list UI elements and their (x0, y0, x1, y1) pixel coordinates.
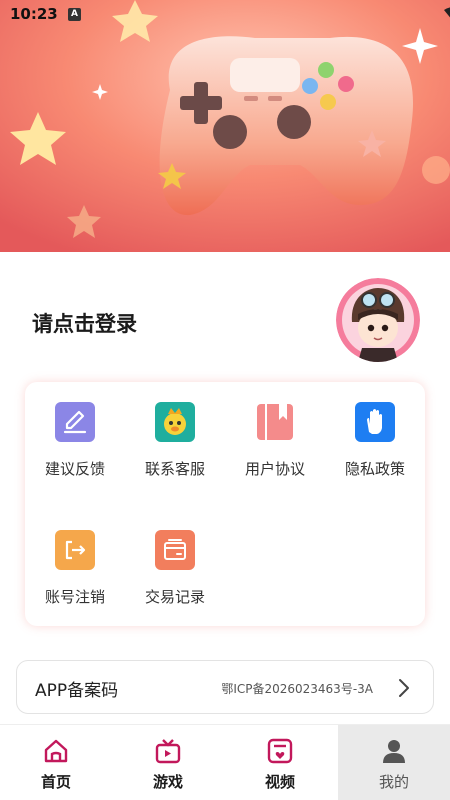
menu-item-transaction-record[interactable]: 交易记录 (125, 510, 225, 620)
avatar[interactable] (336, 278, 420, 362)
tab-label-videos: 视频 (264, 773, 295, 791)
tab-home[interactable]: 首页 (0, 725, 112, 800)
menu-label-privacy-policy: 隐私政策 (344, 460, 405, 478)
tab-label-games: 游戏 (152, 773, 183, 791)
login-prompt[interactable]: 请点击登录 (32, 308, 137, 338)
game-controller-illustration (0, 0, 450, 252)
privacy-hand-icon (355, 402, 395, 442)
tab-profile[interactable]: 我的 (338, 725, 450, 800)
menu-card: 建议反馈 联系客服 用户协议 隐私政策 账号注销 交易记录 (25, 382, 425, 626)
transaction-record-icon (155, 530, 195, 570)
menu-item-account-cancel[interactable]: 账号注销 (25, 510, 125, 620)
wifi-icon (444, 7, 450, 18)
tab-label-home: 首页 (40, 773, 71, 791)
menu-label-feedback: 建议反馈 (44, 460, 105, 478)
menu-item-feedback[interactable]: 建议反馈 (25, 382, 125, 492)
menu-item-user-agreement[interactable]: 用户协议 (225, 382, 325, 492)
home-icon (44, 739, 68, 763)
menu-label-account-cancel: 账号注销 (44, 588, 105, 606)
account-logout-icon (55, 530, 95, 570)
icp-title: APP备案码 (35, 681, 119, 701)
hero-banner: 10:23 A (0, 0, 450, 252)
status-bar: 10:23 A (0, 0, 450, 30)
video-icon (267, 738, 293, 764)
bottom-tab-bar: 首页 游戏 视频 我的 (0, 724, 450, 800)
user-agreement-book-icon (255, 402, 295, 442)
status-time: 10:23 (10, 5, 58, 23)
chevron-right-icon (397, 677, 411, 703)
customer-service-icon (155, 402, 195, 442)
profile-icon (383, 740, 405, 763)
menu-item-privacy-policy[interactable]: 隐私政策 (325, 382, 425, 492)
icp-filing-row[interactable]: APP备案码 鄂ICP备2026023463号-3A (16, 660, 434, 714)
menu-label-customer-service: 联系客服 (144, 460, 205, 478)
menu-label-transaction-record: 交易记录 (144, 588, 205, 606)
tab-videos[interactable]: 视频 (224, 725, 336, 800)
tab-games[interactable]: 游戏 (112, 725, 224, 800)
menu-item-customer-service[interactable]: 联系客服 (125, 382, 225, 492)
tab-label-profile: 我的 (378, 773, 409, 791)
icp-value: 鄂ICP备2026023463号-3A (221, 682, 373, 696)
feedback-pencil-icon (55, 402, 95, 442)
menu-label-user-agreement: 用户协议 (244, 460, 305, 478)
notification-badge: A (68, 8, 81, 21)
game-icon (155, 739, 181, 764)
